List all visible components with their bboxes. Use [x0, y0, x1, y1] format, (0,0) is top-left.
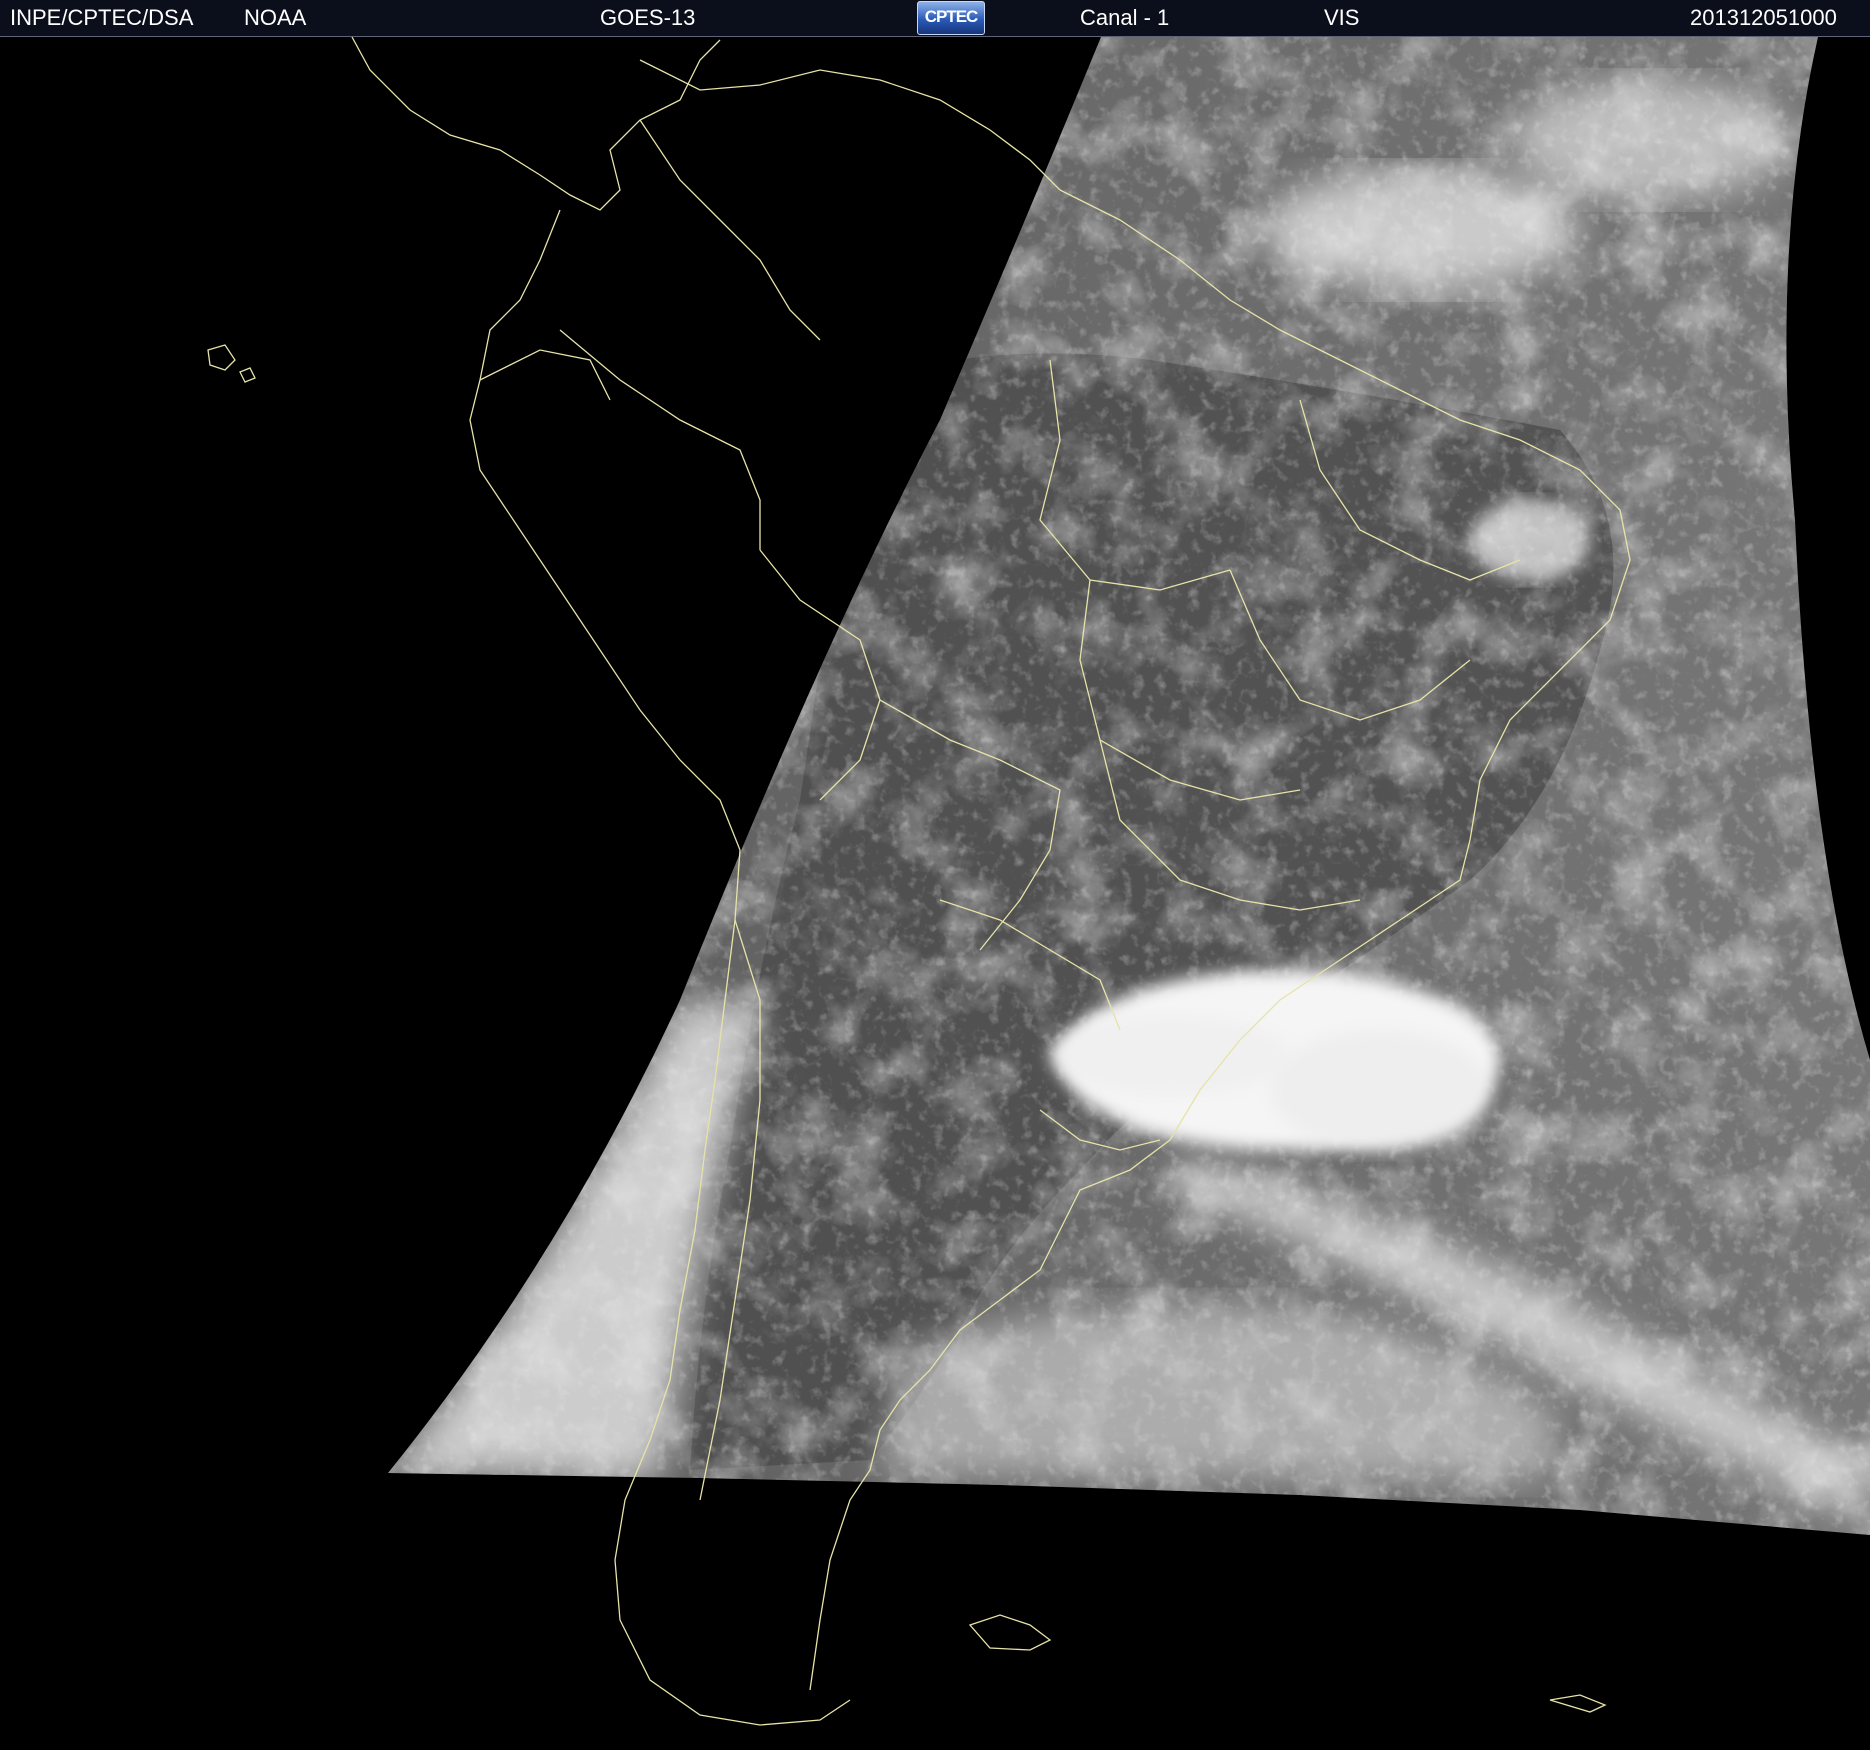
source-label: INPE/CPTEC/DSA: [10, 5, 194, 30]
cptec-logo: CPTEC: [917, 1, 985, 35]
satellite-image: [0, 37, 1870, 1750]
channel-label: Canal - 1: [1080, 5, 1170, 30]
band-label: VIS: [1324, 5, 1360, 30]
timestamp-label: 201312051000: [1690, 5, 1837, 30]
header-bar: INPE/CPTEC/DSA NOAA GOES-13 CPTEC Canal …: [0, 0, 1870, 37]
agency-label: NOAA: [244, 5, 307, 30]
satellite-label: GOES-13: [600, 5, 696, 30]
